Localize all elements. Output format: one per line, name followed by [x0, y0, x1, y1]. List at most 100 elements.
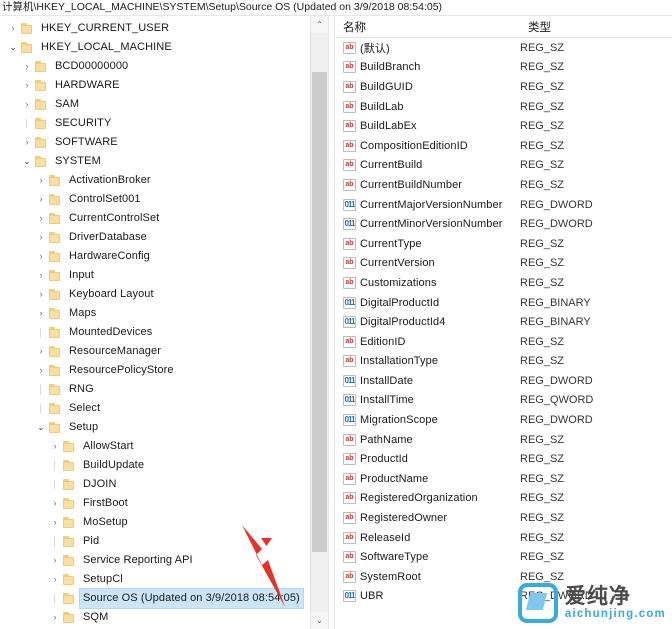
registry-key-tree[interactable]: › HKEY_CURRENT_USER ⌄ HKEY_LOCAL_MACHINE › BC… [0, 16, 310, 629]
tree-node[interactable]: │ Select [0, 399, 310, 418]
chevron-right-icon[interactable]: › [34, 361, 48, 380]
tree-node[interactable]: › ControlSet001 [0, 190, 310, 209]
tree-node[interactable]: › HardwareConfig [0, 247, 310, 266]
column-header-type[interactable]: 类型 [526, 19, 672, 35]
tree-node[interactable]: │ Pid [0, 532, 310, 551]
column-header-name[interactable]: 名称 [335, 19, 526, 35]
chevron-down-icon[interactable]: ⌄ [6, 38, 20, 57]
chevron-right-icon[interactable]: › [20, 133, 34, 152]
chevron-right-icon[interactable]: › [34, 266, 48, 285]
chevron-right-icon[interactable]: › [48, 513, 62, 532]
address-bar[interactable]: 计算机\HKEY_LOCAL_MACHINE\SYSTEM\Setup\Sour… [0, 0, 672, 16]
chevron-right-icon[interactable]: › [6, 19, 20, 38]
values-list[interactable]: ab (默认) REG_SZ ab BuildBranch REG_SZ ab BuildGU… [335, 38, 672, 606]
registry-values-pane[interactable]: 名称 类型 ab (默认) REG_SZ ab BuildBranch REG_SZ ab B… [335, 16, 672, 629]
chevron-right-icon[interactable]: › [34, 285, 48, 304]
scrollbar-thumb[interactable] [312, 72, 327, 552]
value-row[interactable]: ab (默认) REG_SZ [335, 38, 672, 58]
tree-node[interactable]: › SetupCl [0, 570, 310, 589]
chevron-right-icon[interactable]: › [20, 95, 34, 114]
value-row[interactable]: 011 CurrentMajorVersionNumber REG_DWORD [335, 195, 672, 215]
tree-node[interactable]: › Keyboard Layout [0, 285, 310, 304]
chevron-right-icon[interactable]: › [48, 437, 62, 456]
value-row[interactable]: ab CompositionEditionID REG_SZ [335, 136, 672, 156]
tree-node[interactable]: › CurrentControlSet [0, 209, 310, 228]
value-row[interactable]: ab ReleaseId REG_SZ [335, 528, 672, 548]
value-row[interactable]: ab RegisteredOrganization REG_SZ [335, 489, 672, 509]
tree-node[interactable]: › ResourceManager [0, 342, 310, 361]
tree-node[interactable]: │ MountedDevices [0, 323, 310, 342]
value-row[interactable]: 011 MigrationScope REG_DWORD [335, 410, 672, 430]
chevron-down-icon[interactable]: ⌄ [20, 152, 34, 171]
tree-node[interactable]: │ DJOIN [0, 475, 310, 494]
value-row[interactable]: ab BuildLabEx REG_SZ [335, 116, 672, 136]
chevron-right-icon[interactable]: › [20, 57, 34, 76]
scroll-down-button[interactable]: ⌄ [311, 612, 328, 629]
tree-node-label: FirstBoot [83, 497, 128, 509]
tree-node[interactable]: ⌄ SYSTEM [0, 152, 310, 171]
tree-node[interactable]: │ Source OS (Updated on 3/9/2018 08:54:05… [0, 588, 310, 609]
tree-node[interactable]: › BCD00000000 [0, 57, 310, 76]
tree-node[interactable]: ⌄ Setup [0, 418, 310, 437]
chevron-right-icon[interactable]: › [34, 342, 48, 361]
chevron-right-icon[interactable]: › [34, 209, 48, 228]
chevron-right-icon[interactable]: › [34, 304, 48, 323]
value-row[interactable]: 011 DigitalProductId REG_BINARY [335, 293, 672, 313]
chevron-right-icon[interactable]: › [20, 76, 34, 95]
chevron-right-icon[interactable]: › [48, 551, 62, 570]
chevron-right-icon[interactable]: › [48, 608, 62, 627]
value-row[interactable]: ab CurrentType REG_SZ [335, 234, 672, 254]
value-row[interactable]: ab EditionID REG_SZ [335, 332, 672, 352]
tree-node[interactable]: › FirstBoot [0, 494, 310, 513]
tree-node[interactable]: › Service Reporting API [0, 551, 310, 570]
value-row[interactable]: 011 InstallTime REG_QWORD [335, 391, 672, 411]
tree-node[interactable]: › Input [0, 266, 310, 285]
value-row[interactable]: ab InstallationType REG_SZ [335, 352, 672, 372]
tree-node[interactable]: › SQM [0, 608, 310, 627]
value-row[interactable]: ab CurrentBuild REG_SZ [335, 156, 672, 176]
value-row[interactable]: ab ProductName REG_SZ [335, 469, 672, 489]
tree-node[interactable]: › SOFTWARE [0, 133, 310, 152]
chevron-right-icon[interactable]: › [34, 247, 48, 266]
tree-node[interactable]: › ResourcePolicyStore [0, 361, 310, 380]
scroll-up-button[interactable]: ⌃ [311, 16, 328, 33]
chevron-right-icon[interactable]: › [48, 570, 62, 589]
value-row[interactable]: 011 InstallDate REG_DWORD [335, 371, 672, 391]
tree-node[interactable]: ⌄ HKEY_LOCAL_MACHINE [0, 38, 310, 57]
value-row[interactable]: ab RegisteredOwner REG_SZ [335, 508, 672, 528]
chevron-down-icon[interactable]: ⌄ [34, 418, 48, 437]
tree-node[interactable]: › Maps [0, 304, 310, 323]
value-name-cell: ab BuildLab [335, 100, 518, 113]
tree-node[interactable]: › HARDWARE [0, 76, 310, 95]
value-row[interactable]: ab Customizations REG_SZ [335, 273, 672, 293]
value-row[interactable]: ab PathName REG_SZ [335, 430, 672, 450]
chevron-right-icon[interactable]: › [34, 190, 48, 209]
value-row[interactable]: ab SoftwareType REG_SZ [335, 547, 672, 567]
tree-node[interactable]: › HKEY_CURRENT_USER [0, 19, 310, 38]
tree-node[interactable]: › ActivationBroker [0, 171, 310, 190]
value-type-label: REG_SZ [520, 433, 565, 446]
tree-node[interactable]: › MoSetup [0, 513, 310, 532]
value-row[interactable]: ab BuildBranch REG_SZ [335, 58, 672, 78]
tree-node[interactable]: › AllowStart [0, 437, 310, 456]
pane-splitter[interactable] [328, 16, 335, 629]
tree-node[interactable]: │ RNG [0, 380, 310, 399]
tree-node[interactable]: │ BuildUpdate [0, 456, 310, 475]
chevron-right-icon[interactable]: › [34, 171, 48, 190]
value-row[interactable]: ab ProductId REG_SZ [335, 449, 672, 469]
value-row[interactable]: 011 CurrentMinorVersionNumber REG_DWORD [335, 214, 672, 234]
tree-vertical-scrollbar[interactable]: ⌃ ⌄ [310, 16, 328, 629]
value-row[interactable]: ab CurrentBuildNumber REG_SZ [335, 175, 672, 195]
value-row[interactable]: 011 DigitalProductId4 REG_BINARY [335, 312, 672, 332]
tree-node[interactable]: › DriverDatabase [0, 228, 310, 247]
value-row[interactable]: ab CurrentVersion REG_SZ [335, 254, 672, 274]
folder-icon [62, 497, 76, 510]
tree-node[interactable]: › SAM [0, 95, 310, 114]
tree-node[interactable]: │ SECURITY [0, 114, 310, 133]
chevron-right-icon[interactable]: › [48, 494, 62, 513]
value-row[interactable]: ab BuildGUID REG_SZ [335, 77, 672, 97]
value-row[interactable]: ab BuildLab REG_SZ [335, 97, 672, 117]
registry-key-tree-pane[interactable]: › HKEY_CURRENT_USER ⌄ HKEY_LOCAL_MACHINE › BC… [0, 16, 310, 629]
chevron-right-icon[interactable]: › [34, 228, 48, 247]
string-value-icon: ab [343, 120, 356, 133]
